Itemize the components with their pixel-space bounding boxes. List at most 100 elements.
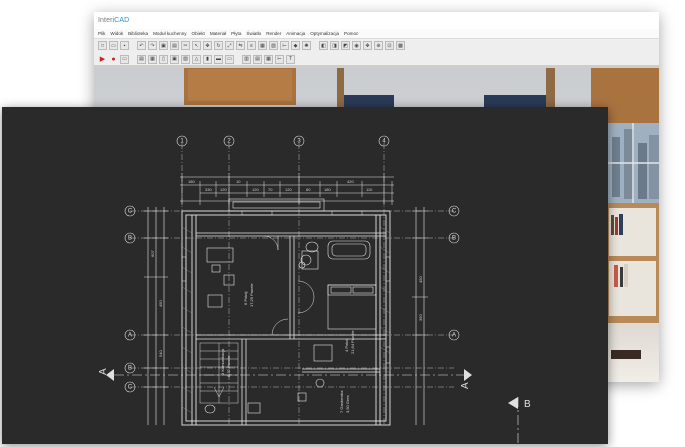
cad-plan-window: 1 2 3 4 C B A B C C B A A A B 180 330 12… (2, 107, 608, 444)
axis-label-right-3: A (452, 333, 456, 339)
cut-icon[interactable]: ✂ (181, 41, 190, 50)
group-icon[interactable]: ▦ (258, 41, 267, 50)
stairs-icon[interactable]: ▧ (181, 54, 190, 64)
dim-left-1: 607 (150, 250, 155, 257)
menu-item-plyta[interactable]: Płyta (231, 31, 241, 36)
dim-left-3: 540 (158, 350, 163, 357)
dimension-icon[interactable]: ⊢ (275, 54, 284, 64)
paste-icon[interactable]: ▤ (170, 41, 179, 50)
room-label-3-area: 8,32 Panele (226, 355, 231, 377)
paint-icon[interactable]: ◆ (291, 41, 300, 50)
menu-item-plik[interactable]: Plik (98, 31, 105, 36)
dim-top-8: 60 (306, 187, 311, 192)
sofa (344, 95, 394, 107)
dim-top-6: 70 (268, 187, 273, 192)
room-label-7-name: 7 Garderoba (339, 390, 344, 413)
section-label-bottom: B (524, 399, 531, 410)
align-icon[interactable]: ≡ (247, 41, 256, 50)
dim-right-2: 350 (418, 314, 423, 321)
select-icon[interactable]: ↖ (192, 41, 201, 50)
record-icon[interactable]: ● (109, 55, 118, 64)
orbit-icon[interactable]: ◉ (352, 41, 361, 50)
dim-top-11: 110 (366, 187, 373, 192)
axis-label-left-5: C (128, 385, 133, 391)
wall-icon[interactable]: ▤ (137, 54, 146, 64)
dim-top-10: 420 (347, 179, 354, 184)
dim-top-7: 120 (285, 187, 292, 192)
section-label-right: A (460, 382, 471, 389)
menu-item-optymalizacja[interactable]: Optymalizacja (310, 31, 339, 36)
axis-label-left-3: A (128, 333, 132, 339)
menu-item-widok[interactable]: Widok (110, 31, 123, 36)
zoom-icon[interactable]: ⊕ (374, 41, 383, 50)
mirror-icon[interactable]: ⇋ (236, 41, 245, 50)
light-icon[interactable]: ✺ (302, 41, 311, 50)
new-file-icon[interactable]: □ (98, 41, 107, 50)
dim-left-2: 450 (158, 300, 163, 307)
menu-item-animacja[interactable]: Animacja (286, 31, 305, 36)
dim-top-9: 180 (324, 187, 331, 192)
room-label-4-area: 21,64 Panele (350, 330, 355, 354)
room-label-6-area: 17,25 Panele (249, 283, 254, 307)
axis-label-1: 1 (180, 139, 184, 145)
move-icon[interactable]: ✥ (203, 41, 212, 50)
rotate-icon[interactable]: ↻ (214, 41, 223, 50)
dim-top-1: 180 (188, 179, 195, 184)
column-icon[interactable]: ▮ (203, 54, 212, 64)
menu-item-biblioteka[interactable]: Biblioteka (128, 31, 148, 36)
redo-icon[interactable]: ↷ (148, 41, 157, 50)
view-3d-icon[interactable]: ◩ (341, 41, 350, 50)
floor-icon[interactable]: ▦ (148, 54, 157, 64)
view-front-icon[interactable]: ◧ (319, 41, 328, 50)
slab-icon[interactable]: ▭ (225, 54, 234, 64)
axis-label-left-4: B (128, 366, 132, 372)
menu-item-pomoc[interactable]: Pomoc (344, 31, 358, 36)
axis-label-left-2: B (128, 236, 132, 242)
room-label-3-name: 3 Komunikacja (220, 348, 225, 375)
axis-label-left-1: C (128, 209, 133, 215)
section-label-left: A (98, 368, 109, 375)
open-file-icon[interactable]: ▭ (109, 41, 118, 50)
measure-icon[interactable]: ⊢ (280, 41, 289, 50)
room-label-6-name: 6 Pokój (243, 292, 248, 305)
appliance-icon[interactable]: ▦ (264, 54, 273, 64)
beam-icon[interactable]: ▬ (214, 54, 223, 64)
view-side-icon[interactable]: ◨ (330, 41, 339, 50)
axis-label-4: 4 (382, 139, 386, 145)
worktop-icon[interactable]: ▤ (253, 54, 262, 64)
play-icon[interactable]: ▶ (98, 55, 107, 64)
fit-view-icon[interactable]: ⊡ (385, 41, 394, 50)
scale-icon[interactable]: ⤢ (225, 41, 234, 50)
app-titlebar: InteriCAD (94, 12, 659, 29)
menu-item-render[interactable]: Render (266, 31, 281, 36)
floor-plan-drawing[interactable]: 1 2 3 4 C B A B C C B A A A B 180 330 12… (2, 107, 608, 444)
coffee-table (611, 350, 641, 359)
dim-top-2: 330 (205, 187, 212, 192)
cabinet-icon[interactable]: ▥ (242, 54, 251, 64)
door-icon[interactable]: ▯ (159, 54, 168, 64)
roof-icon[interactable]: △ (192, 54, 201, 64)
pan-icon[interactable]: ✥ (363, 41, 372, 50)
copy-icon[interactable]: ▣ (159, 41, 168, 50)
save-icon[interactable]: ▪ (120, 41, 129, 50)
camera-icon[interactable]: ▭ (120, 54, 129, 64)
window-icon[interactable]: ▣ (170, 54, 179, 64)
text-icon[interactable]: T (286, 54, 295, 64)
dim-right-1: 450 (418, 276, 423, 283)
menu-bar: Plik Widok Biblioteka Moduł kuchenny Obi… (94, 29, 659, 38)
undo-icon[interactable]: ↶ (137, 41, 146, 50)
dim-top-4: 10 (236, 179, 241, 184)
render-icon[interactable]: ▩ (396, 41, 405, 50)
app-logo: InteriCAD (98, 17, 130, 24)
axis-label-right-1: C (452, 209, 457, 215)
ungroup-icon[interactable]: ▧ (269, 41, 278, 50)
menu-item-obiekt[interactable]: Obiekt (192, 31, 205, 36)
axis-label-right-2: B (452, 236, 456, 242)
dim-top-3: 120 (220, 187, 227, 192)
menu-item-swiatlo[interactable]: Światło (246, 31, 261, 36)
room-label-7-area: 3,50 Gres (345, 395, 350, 413)
menu-item-modul-kuchenny[interactable]: Moduł kuchenny (153, 31, 186, 36)
dim-top-5: 120 (252, 187, 259, 192)
menu-item-material[interactable]: Materiał (210, 31, 226, 36)
room-label-4-name: 4 Pokój (344, 339, 349, 352)
